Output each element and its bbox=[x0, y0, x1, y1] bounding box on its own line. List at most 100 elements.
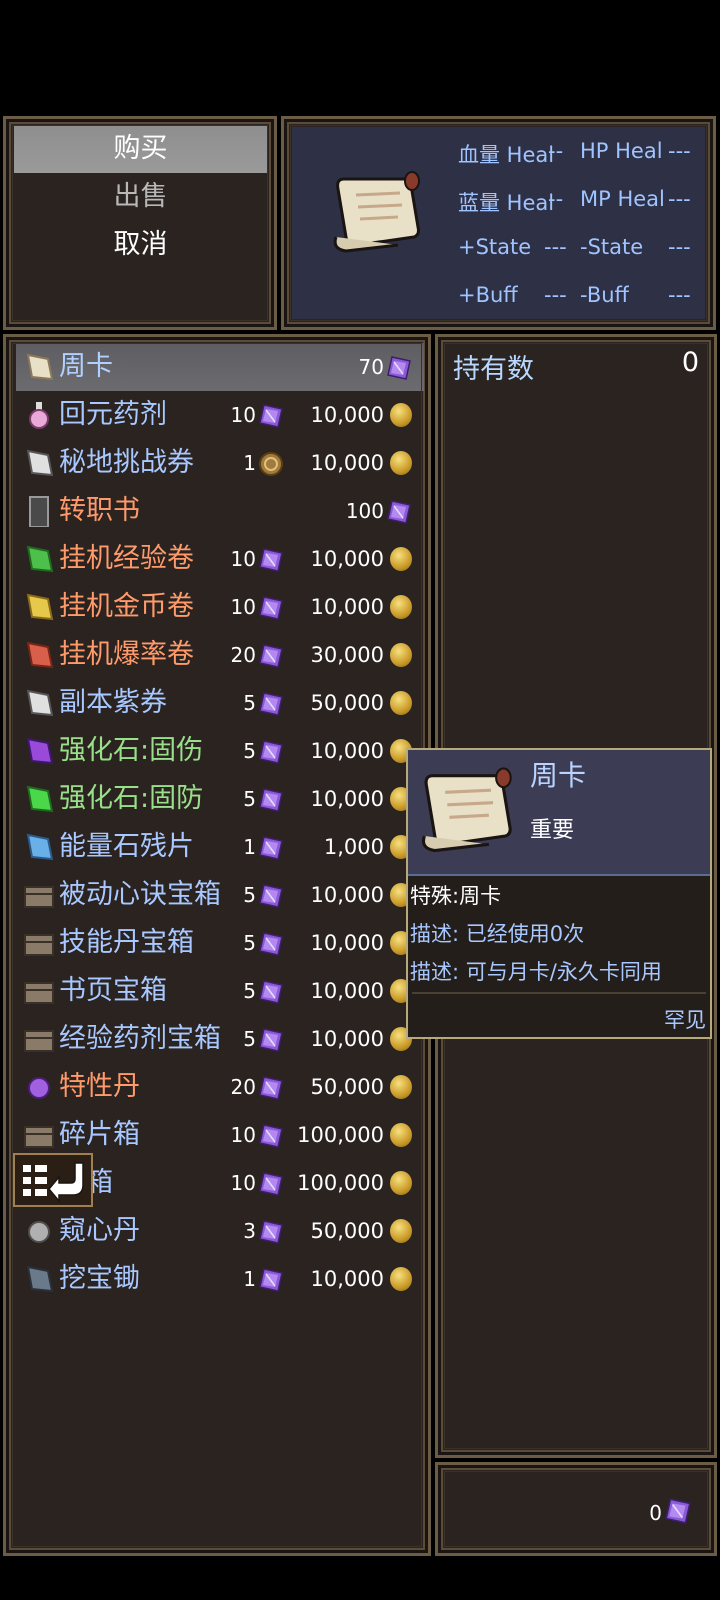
gem-icon bbox=[258, 691, 284, 717]
gem-icon bbox=[258, 1027, 284, 1053]
gold-coin-icon bbox=[390, 547, 412, 571]
gem-icon bbox=[258, 979, 284, 1005]
buy-command[interactable]: 购买 bbox=[14, 125, 267, 173]
mp-heal-value-cn: -- bbox=[548, 187, 564, 211]
gem-icon bbox=[258, 1171, 284, 1197]
gem-price: 100 bbox=[345, 499, 384, 523]
shop-item-row[interactable]: 副本紫券 5 50,000 bbox=[16, 679, 424, 727]
shop-item-row[interactable]: 挂机经验卷 10 10,000 bbox=[16, 535, 424, 583]
gold-coin-icon bbox=[390, 1075, 412, 1099]
gold-price: 10,000 bbox=[310, 403, 384, 427]
gem-price: 1 bbox=[243, 451, 256, 475]
gold-price: 10,000 bbox=[310, 979, 384, 1003]
gold-price: 50,000 bbox=[310, 691, 384, 715]
gem-price: 10 bbox=[230, 1171, 256, 1195]
item-name: 挂机爆率卷 bbox=[59, 639, 194, 670]
shop-item-list: 周卡 70 回元药剂 10 10,000 秘地挑战券 1 10,000 转职书 100 挂机经验卷 1… bbox=[3, 334, 431, 1556]
shop-item-row[interactable]: 挖宝锄 1 10,000 bbox=[16, 1255, 424, 1303]
mp-heal-value: --- bbox=[668, 187, 691, 211]
red-scroll-icon bbox=[22, 639, 56, 671]
gem-price: 1 bbox=[243, 1267, 256, 1291]
shop-item-row[interactable]: 周卡 70 bbox=[16, 343, 424, 391]
owned-label: 持有数 bbox=[453, 354, 534, 385]
gold-price: 10,000 bbox=[310, 595, 384, 619]
gem-price: 5 bbox=[243, 739, 256, 763]
item-name: 书页宝箱 bbox=[59, 975, 167, 1006]
tooltip-desc-1-label: 描述: bbox=[410, 922, 460, 946]
item-tooltip: 周卡 重要 特殊:周卡 描述: 已经使用0次 描述: 可与月卡/永久卡同用 罕见 bbox=[406, 748, 712, 1039]
tooltip-desc-2-label: 描述: bbox=[410, 960, 460, 984]
gold-price: 10,000 bbox=[310, 1267, 384, 1291]
add-buff-label: +Buff bbox=[458, 283, 518, 307]
item-name: 周卡 bbox=[59, 351, 113, 382]
owned-value: 0 bbox=[681, 347, 699, 378]
item-name: 强化石:固防 bbox=[59, 783, 204, 814]
gem-price: 10 bbox=[230, 1123, 256, 1147]
add-buff-value: --- bbox=[544, 283, 567, 307]
tooltip-special-label: 特殊: bbox=[410, 884, 460, 908]
shop-item-row[interactable]: 强化石:固防 5 10,000 bbox=[16, 775, 424, 823]
gold-coin-icon bbox=[390, 691, 412, 715]
chest-icon bbox=[22, 927, 56, 959]
gem-icon bbox=[386, 355, 412, 381]
shop-item-row[interactable]: 挂机金币卷 10 10,000 bbox=[16, 583, 424, 631]
sell-command[interactable]: 出售 bbox=[14, 173, 267, 221]
gold-price: 30,000 bbox=[310, 643, 384, 667]
shop-item-row[interactable]: 碎片箱 10 100,000 bbox=[16, 1111, 424, 1159]
gem-price: 10 bbox=[230, 595, 256, 619]
shop-item-row[interactable]: 窥心丹 3 50,000 bbox=[16, 1207, 424, 1255]
gold-price: 10,000 bbox=[310, 451, 384, 475]
tooltip-special: 特殊:周卡 bbox=[410, 880, 501, 910]
gold-coin-icon bbox=[390, 595, 412, 619]
shop-item-row[interactable]: 强化石:固伤 5 10,000 bbox=[16, 727, 424, 775]
tooltip-divider bbox=[412, 992, 706, 994]
orb-icon bbox=[22, 1071, 56, 1103]
shop-item-row[interactable]: 技能丹宝箱 5 10,000 bbox=[16, 919, 424, 967]
gem-icon bbox=[258, 1123, 284, 1149]
item-name: 碎片箱 bbox=[59, 1119, 140, 1150]
shop-item-row[interactable]: 能量石残片 1 1,000 bbox=[16, 823, 424, 871]
gold-price: 10,000 bbox=[310, 1027, 384, 1051]
gold-price: 50,000 bbox=[310, 1219, 384, 1243]
shop-item-row[interactable]: 回元药剂 10 10,000 bbox=[16, 391, 424, 439]
gold-price: 10,000 bbox=[310, 739, 384, 763]
gem-price: 5 bbox=[243, 931, 256, 955]
tooltip-rarity-tag: 罕见 bbox=[664, 1008, 706, 1032]
gem-icon bbox=[386, 499, 412, 525]
gem-icon bbox=[258, 787, 284, 813]
gem-price: 5 bbox=[243, 691, 256, 715]
gem-icon bbox=[258, 643, 284, 669]
gem-icon bbox=[258, 739, 284, 765]
gem-price: 1 bbox=[243, 835, 256, 859]
gold-coin-icon bbox=[390, 1171, 412, 1195]
item-name: 能量石残片 bbox=[59, 831, 194, 862]
shop-item-row[interactable]: 书页宝箱 5 10,000 bbox=[16, 967, 424, 1015]
add-state-value: --- bbox=[544, 235, 567, 259]
ticket-icon bbox=[22, 687, 56, 719]
cancel-command[interactable]: 取消 bbox=[14, 221, 267, 269]
command-window: 购买 出售 取消 bbox=[3, 116, 277, 330]
tooltip-desc-1-value: 已经使用0次 bbox=[465, 922, 585, 946]
shop-item-row[interactable]: 挂机爆率卷 20 30,000 bbox=[16, 631, 424, 679]
gold-price: 1,000 bbox=[323, 835, 384, 859]
add-state-label: +State bbox=[458, 235, 532, 259]
shop-item-row[interactable]: 转职书 100 bbox=[16, 487, 424, 535]
shop-item-row[interactable]: 经验药剂宝箱 5 10,000 bbox=[16, 1015, 424, 1063]
gray-orb-icon bbox=[22, 1215, 56, 1247]
shop-item-row[interactable]: 秘地挑战券 1 10,000 bbox=[16, 439, 424, 487]
gem-currency-value: 0 bbox=[649, 1501, 662, 1525]
gold-coin-icon bbox=[390, 403, 412, 427]
gold-price: 100,000 bbox=[297, 1171, 384, 1195]
gem-icon bbox=[665, 1498, 691, 1524]
chest-icon bbox=[22, 975, 56, 1007]
item-name: 挖宝锄 bbox=[59, 1263, 140, 1294]
scroll-icon bbox=[421, 767, 512, 853]
remove-buff-value: --- bbox=[668, 283, 691, 307]
item-name: 强化石:固伤 bbox=[59, 735, 204, 766]
gold-coin-icon bbox=[390, 1219, 412, 1243]
back-button[interactable] bbox=[13, 1153, 93, 1207]
gem-price: 10 bbox=[230, 403, 256, 427]
shop-item-row[interactable]: 特性丹 20 50,000 bbox=[16, 1063, 424, 1111]
gem-price: 5 bbox=[243, 979, 256, 1003]
shop-item-row[interactable]: 被动心诀宝箱 5 10,000 bbox=[16, 871, 424, 919]
